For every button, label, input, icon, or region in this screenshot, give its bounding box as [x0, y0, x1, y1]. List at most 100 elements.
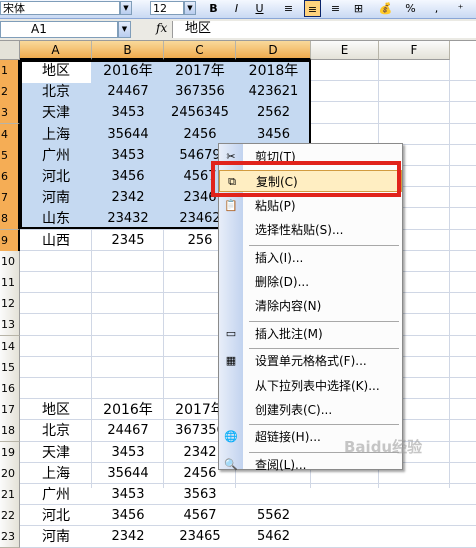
row-header-19[interactable]: 19 [0, 442, 20, 464]
table-cell[interactable]: 24467 [92, 81, 164, 102]
name-box-dropdown-icon[interactable]: ▼ [118, 21, 131, 38]
table-cell[interactable]: 地区 [20, 399, 92, 420]
comma-button[interactable]: , [428, 0, 445, 17]
table-cell[interactable]: 广州 [20, 145, 92, 166]
insert-function-icon[interactable]: fx [156, 21, 167, 35]
table-cell[interactable]: 35644 [92, 463, 164, 484]
currency-button[interactable]: 💰 [377, 0, 394, 17]
bold-button[interactable]: B [205, 0, 222, 17]
menu-paste-special[interactable]: 选择性粘贴(S)... [219, 219, 402, 241]
menu-paste[interactable]: 📋 粘贴(P) [219, 195, 402, 217]
table-cell[interactable]: 河北 [20, 505, 92, 526]
align-center-button[interactable]: ≡ [304, 0, 321, 17]
row-header-21[interactable]: 21 [0, 484, 20, 506]
column-header-e[interactable]: E [311, 41, 379, 60]
table-cell[interactable]: 2345 [92, 230, 164, 251]
table-cell[interactable]: 天津 [20, 102, 92, 123]
name-box[interactable]: A1 [0, 21, 118, 38]
row-header-22[interactable]: 22 [0, 505, 20, 527]
row-header-2[interactable]: 2 [0, 81, 20, 103]
table-cell[interactable]: 3453 [92, 145, 164, 166]
table-cell[interactable]: 河南 [20, 526, 92, 547]
row-header-15[interactable]: 15 [0, 357, 20, 379]
table-cell[interactable]: 2456345 [164, 102, 236, 123]
underline-button[interactable]: U [251, 0, 268, 17]
increase-decimal-button[interactable]: ⁺ [452, 0, 469, 17]
menu-insert-comment[interactable]: ▭ 插入批注(M) [219, 323, 402, 345]
formula-input[interactable]: 地区 [172, 21, 476, 38]
table-cell[interactable]: 423621 [236, 81, 311, 102]
table-cell[interactable]: 3453 [92, 442, 164, 463]
italic-button[interactable]: I [228, 0, 245, 17]
row-header-10[interactable]: 10 [0, 251, 20, 273]
table-cell[interactable]: 2456 [164, 124, 236, 145]
menu-insert[interactable]: 插入(I)... [219, 247, 402, 269]
table-cell[interactable]: 上海 [20, 124, 92, 145]
table-cell[interactable]: 2017年 [164, 60, 236, 81]
table-cell[interactable]: 4567 [164, 505, 236, 526]
table-cell[interactable]: 北京 [20, 420, 92, 441]
table-cell[interactable]: 河北 [20, 166, 92, 187]
row-header-4[interactable]: 4 [0, 124, 20, 146]
table-cell[interactable]: 3563 [164, 484, 236, 505]
menu-delete[interactable]: 删除(D)... [219, 271, 402, 293]
table-cell[interactable]: 地区 [20, 60, 92, 81]
select-all-corner[interactable] [0, 41, 20, 60]
menu-create-list[interactable]: 创建列表(C)... [219, 399, 402, 421]
column-header-a[interactable]: A [20, 41, 92, 60]
font-name-dropdown-icon[interactable]: ▼ [120, 1, 132, 15]
font-size-select[interactable]: 12 [150, 1, 184, 15]
table-cell[interactable]: 上海 [20, 463, 92, 484]
row-header-20[interactable]: 20 [0, 463, 20, 485]
font-name-select[interactable]: 宋体 [0, 1, 120, 15]
row-header-9[interactable]: 9 [0, 230, 20, 252]
align-right-button[interactable]: ≡ [327, 0, 344, 17]
column-header-c[interactable]: C [164, 41, 236, 60]
table-cell[interactable]: 23465 [164, 526, 236, 547]
table-cell[interactable]: 3456 [92, 166, 164, 187]
table-cell[interactable]: 3453 [92, 484, 164, 505]
row-header-14[interactable]: 14 [0, 336, 20, 358]
row-header-3[interactable]: 3 [0, 102, 20, 124]
row-header-23[interactable]: 23 [0, 526, 20, 548]
percent-button[interactable]: % [402, 0, 419, 17]
table-cell[interactable]: 2342 [92, 187, 164, 208]
table-cell[interactable]: 广州 [20, 484, 92, 505]
table-cell[interactable]: 北京 [20, 81, 92, 102]
row-header-11[interactable]: 11 [0, 272, 20, 294]
align-left-button[interactable]: ≡ [280, 0, 297, 17]
table-cell[interactable]: 367356 [164, 81, 236, 102]
table-cell[interactable]: 3456 [92, 505, 164, 526]
row-header-18[interactable]: 18 [0, 420, 20, 442]
table-cell[interactable]: 2342 [92, 526, 164, 547]
merge-center-button[interactable]: ⊞ [350, 0, 367, 17]
table-cell[interactable]: 5562 [236, 505, 311, 526]
table-cell[interactable]: 山西 [20, 230, 92, 251]
menu-clear[interactable]: 清除内容(N) [219, 295, 402, 317]
table-cell[interactable]: 2016年 [92, 399, 164, 420]
table-cell[interactable]: 2562 [236, 102, 311, 123]
column-header-d[interactable]: D [236, 41, 311, 60]
row-header-7[interactable]: 7 [0, 187, 20, 209]
table-cell[interactable]: 3453 [92, 102, 164, 123]
column-header-f[interactable]: F [379, 41, 450, 60]
menu-pick-list[interactable]: 从下拉列表中选择(K)... [219, 375, 402, 397]
row-header-12[interactable]: 12 [0, 293, 20, 315]
row-header-1[interactable]: 1 [0, 60, 20, 82]
table-cell[interactable]: 35644 [92, 124, 164, 145]
row-header-16[interactable]: 16 [0, 378, 20, 400]
row-header-5[interactable]: 5 [0, 145, 20, 167]
menu-format-cells[interactable]: ▦ 设置单元格格式(F)... [219, 350, 402, 372]
row-header-6[interactable]: 6 [0, 166, 20, 188]
table-cell[interactable]: 天津 [20, 442, 92, 463]
table-cell[interactable]: 24467 [92, 420, 164, 441]
row-header-8[interactable]: 8 [0, 208, 20, 230]
table-cell[interactable]: 23432 [92, 208, 164, 229]
table-cell[interactable]: 2018年 [236, 60, 311, 81]
table-cell[interactable]: 山东 [20, 208, 92, 229]
table-cell[interactable]: 3456 [236, 124, 311, 145]
table-cell[interactable]: 河南 [20, 187, 92, 208]
menu-lookup[interactable]: 🔍 查阅(L)... [219, 454, 402, 476]
font-size-dropdown-icon[interactable]: ▼ [184, 1, 196, 15]
row-header-17[interactable]: 17 [0, 399, 20, 421]
